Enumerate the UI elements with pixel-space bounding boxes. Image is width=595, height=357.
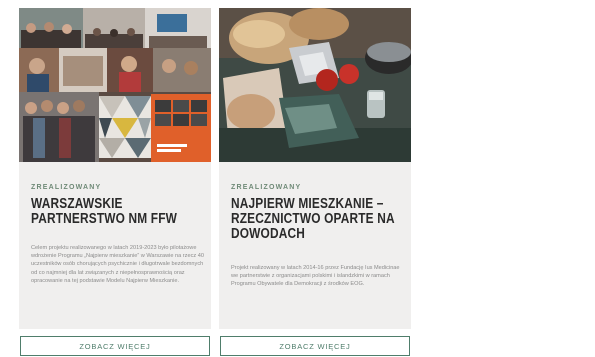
see-more-button[interactable]: ZOBACZ WIĘCEJ — [20, 336, 210, 356]
project-image[interactable] — [19, 8, 211, 162]
card-description: Projekt realizowany w latach 2014-16 prz… — [231, 265, 400, 288]
status-label: ZREALIZOWANY — [231, 184, 302, 191]
card-title[interactable]: WARSZAWSKIE PARTNERSTWO NM FFW — [31, 197, 203, 227]
status-label: ZREALIZOWANY — [31, 184, 102, 191]
project-image[interactable] — [219, 8, 411, 162]
project-card[interactable]: ZREALIZOWANY NAJPIERW MIESZKANIE – RZECZ… — [219, 8, 411, 329]
see-more-button[interactable]: ZOBACZ WIĘCEJ — [220, 336, 410, 356]
project-card[interactable]: ZREALIZOWANY WARSZAWSKIE PARTNERSTWO NM … — [19, 8, 211, 329]
card-title[interactable]: NAJPIERW MIESZKANIE – RZECZNICTWO OPARTE… — [231, 197, 403, 242]
card-description: Celem projektu realizowanego w latach 20… — [31, 245, 204, 284]
